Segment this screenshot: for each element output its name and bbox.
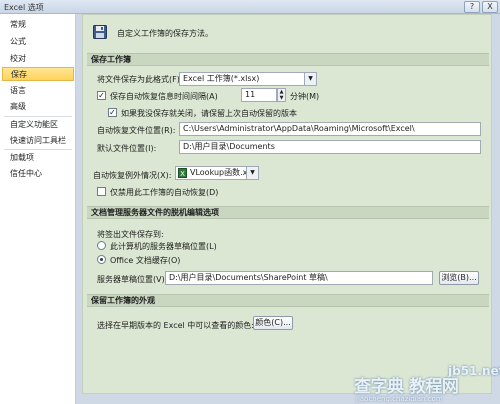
disable-autorecover-label: 仅禁用此工作簿的自动恢复(D) [110, 188, 219, 197]
save-format-value: Excel 工作簿(*.xlsx) [183, 74, 260, 83]
sidebar-item-customize-ribbon[interactable]: 自定义功能区 [2, 118, 74, 132]
sidebar-item-quick-access-toolbar[interactable]: 快速访问工具栏 [2, 134, 74, 148]
watermark-line2: 查字典 教程网 [354, 377, 459, 397]
excel-file-icon: X [178, 168, 187, 178]
watermark-line3: jiaocheng.chazidian.com [356, 395, 443, 403]
browse-button[interactable]: 浏览(B)... [439, 271, 479, 285]
drafts-location-input[interactable]: D:\用户目录\Documents\SharePoint 草稿\ [165, 271, 433, 285]
autorecover-location-input[interactable]: C:\Users\Administrator\AppData\Roaming\M… [179, 122, 481, 136]
sidebar-separator [4, 116, 72, 117]
radio-server-drafts-label: 此计算机的服务器草稿位置(L) [110, 242, 217, 251]
section-save-workbooks: 保存工作簿 [87, 53, 489, 66]
floppy-disk-icon [93, 25, 107, 39]
sidebar-item-general[interactable]: 常规 [2, 18, 74, 32]
chevron-down-icon: ▼ [304, 73, 316, 85]
section-offline-editing: 文档管理服务器文件的脱机编辑选项 [87, 206, 489, 219]
help-button[interactable]: ? [464, 1, 480, 13]
sidebar-item-add-ins[interactable]: 加载项 [2, 151, 74, 165]
svg-text:X: X [180, 170, 185, 178]
default-location-label: 默认文件位置(I): [97, 144, 157, 153]
autorecover-minutes-input[interactable]: 11 [241, 88, 277, 102]
autorecover-checkbox[interactable]: ✓ [97, 91, 106, 100]
keep-last-version-label: 如果我没保存就关闭，请保留上次自动保留的版本 [121, 109, 297, 118]
window-title: Excel 选项 [4, 3, 44, 12]
spin-down-icon[interactable]: ▼ [278, 95, 285, 101]
close-button[interactable]: X [482, 1, 498, 13]
disable-autorecover-checkbox[interactable] [97, 187, 106, 196]
sidebar-item-save[interactable]: 保存 [2, 67, 74, 81]
page-description: 自定义工作簿的保存方法。 [117, 29, 213, 38]
sidebar-item-formulas[interactable]: 公式 [2, 35, 74, 49]
sidebar-item-advanced[interactable]: 高级 [2, 100, 74, 114]
title-bar: Excel 选项 ? X [0, 0, 500, 14]
chevron-down-icon: ▼ [246, 167, 258, 179]
options-panel: 自定义工作簿的保存方法。 保存工作簿 将文件保存为此格式(F): Excel 工… [82, 14, 492, 394]
save-checked-out-label: 将签出文件保存到: [97, 230, 164, 239]
section-appearance: 保留工作簿的外观 [87, 294, 489, 307]
sidebar-item-trust-center[interactable]: 信任中心 [2, 167, 74, 181]
sidebar-item-proofing[interactable]: 校对 [2, 52, 74, 66]
autorecover-label: 保存自动恢复信息时间间隔(A) [110, 92, 218, 101]
autorecover-location-label: 自动恢复文件位置(R): [97, 126, 176, 135]
keep-last-version-checkbox[interactable]: ✓ [108, 108, 117, 117]
radio-office-cache[interactable] [97, 255, 106, 264]
radio-selected-dot [100, 258, 103, 261]
radio-server-drafts[interactable] [97, 241, 106, 250]
sidebar-item-language[interactable]: 语言 [2, 84, 74, 98]
save-format-label: 将文件保存为此格式(F): [97, 75, 183, 84]
watermark: jb51.net 查字典 教程网 jiaocheng.chazidian.com [354, 364, 500, 404]
colors-label: 选择在早期版本的 Excel 中可以查看的颜色: [97, 321, 254, 330]
sidebar: 常规 公式 校对 保存 语言 高级 自定义功能区 快速访问工具栏 加载项 信任中… [0, 14, 76, 404]
colors-button[interactable]: 颜色(C)... [253, 316, 293, 330]
sidebar-separator [4, 149, 72, 150]
default-location-input[interactable]: D:\用户目录\Documents [179, 140, 481, 154]
autorecover-exceptions-label: 自动恢复例外情况(X): [93, 171, 172, 180]
save-format-dropdown[interactable]: Excel 工作簿(*.xlsx) ▼ [179, 72, 317, 86]
minutes-unit-label: 分钟(M) [290, 92, 320, 101]
minutes-spinner[interactable]: ▲ ▼ [277, 88, 286, 102]
drafts-location-label: 服务器草稿位置(V): [97, 275, 168, 284]
radio-office-cache-label: Office 文档缓存(O) [110, 256, 181, 265]
exceptions-workbook-dropdown[interactable]: X VLookup函数.x... ▼ [175, 166, 259, 180]
